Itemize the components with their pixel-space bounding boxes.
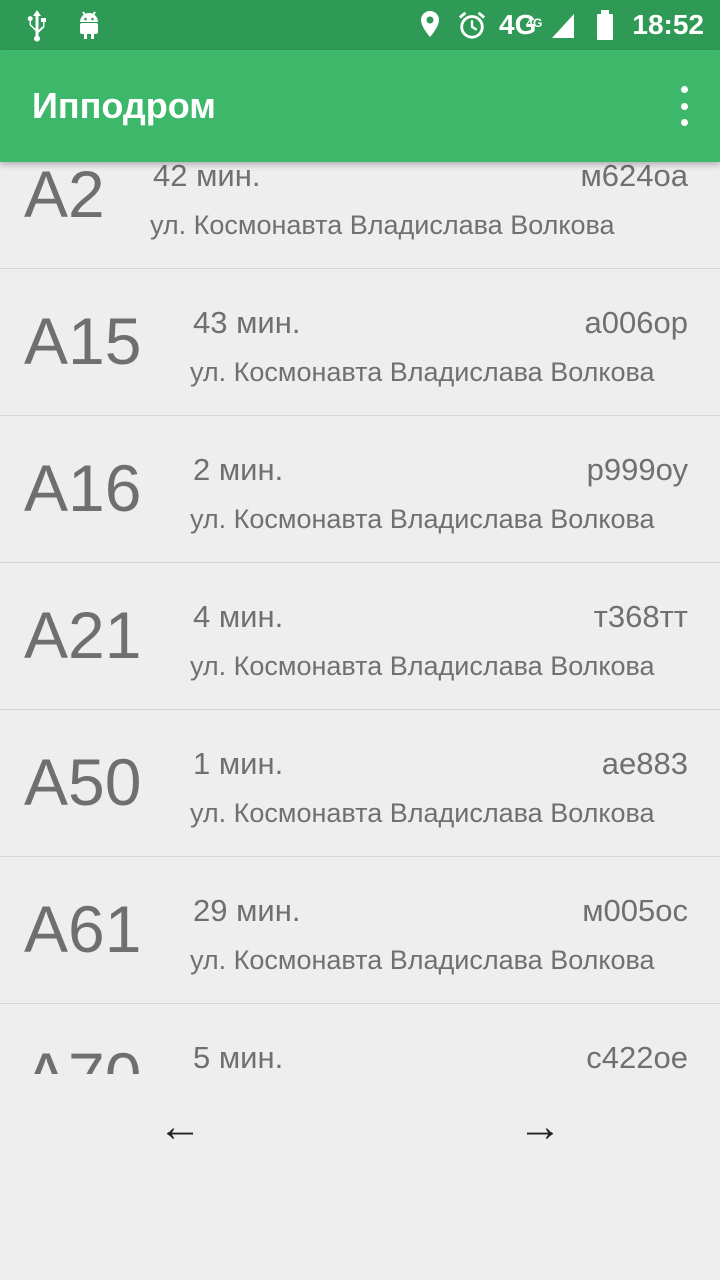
route-number: А15 bbox=[24, 304, 142, 378]
battery-icon bbox=[590, 8, 620, 42]
vehicle-plate: м624оа bbox=[580, 162, 688, 193]
android-icon bbox=[74, 8, 104, 42]
vehicle-plate: м005ос bbox=[582, 893, 688, 928]
route-number: А16 bbox=[24, 451, 142, 525]
arrival-time: 29 мин. bbox=[193, 893, 301, 928]
clock-time: 18:52 bbox=[632, 9, 704, 40]
route-number: А2 bbox=[24, 162, 105, 231]
vehicle-plate: ае883 bbox=[601, 746, 688, 781]
arrival-time: 43 мин. bbox=[193, 305, 301, 340]
arrivals-list[interactable]: А2 42 мин. м624оа ул. Космонавта Владислава… bbox=[0, 162, 720, 1074]
arrivals-list-content: А2 42 мин. м624оа ул. Космонавта Владислава… bbox=[0, 162, 720, 1074]
vehicle-plate: р999оу bbox=[586, 452, 688, 487]
stop-street: ул. Космонавта Владислава Волкова bbox=[190, 357, 655, 387]
pager: ← → bbox=[0, 1074, 720, 1184]
stop-street: ул. Космонавта Владислава Волкова bbox=[190, 651, 655, 681]
previous-page-button[interactable]: ← bbox=[140, 1102, 220, 1152]
status-bar: 4G 4G 18:52 bbox=[0, 0, 720, 50]
list-item[interactable]: А70 5 мин. с422ое bbox=[0, 1004, 720, 1074]
usb-icon bbox=[22, 8, 52, 42]
app-bar: Ипподром bbox=[0, 50, 720, 162]
route-number: А70 bbox=[24, 1038, 141, 1074]
route-number: А21 bbox=[24, 598, 142, 672]
route-number: А50 bbox=[24, 745, 142, 819]
route-number: А61 bbox=[24, 892, 142, 966]
vehicle-plate: с422ое bbox=[586, 1040, 688, 1074]
arrival-time: 1 мин. bbox=[193, 746, 284, 781]
stop-street: ул. Космонавта Владислава Волкова bbox=[150, 210, 615, 240]
arrival-time: 5 мин. bbox=[193, 1040, 284, 1074]
stop-street: ул. Космонавта Владислава Волкова bbox=[190, 798, 655, 828]
network-type: 4G 4G bbox=[499, 8, 542, 42]
arrival-time: 2 мин. bbox=[193, 452, 284, 487]
stop-street: ул. Космонавта Владислава Волкова bbox=[190, 504, 655, 534]
list-item[interactable]: А2 42 мин. м624оа ул. Космонавта Владислава… bbox=[0, 162, 720, 269]
list-item[interactable]: А15 43 мин. а006ор ул. Космонавта Владислав… bbox=[0, 269, 720, 416]
page-title: Ипподром bbox=[32, 85, 216, 126]
list-item[interactable]: А16 2 мин. р999оу ул. Космонавта Владислава… bbox=[0, 416, 720, 563]
status-left-icons bbox=[22, 8, 104, 42]
list-item[interactable]: А61 29 мин. м005ос ул. Космонавта Владислав… bbox=[0, 857, 720, 1004]
list-item[interactable]: А21 4 мин. т368тт ул. Космонавта Владислава… bbox=[0, 563, 720, 710]
network-small-label: 4G bbox=[526, 16, 543, 30]
vehicle-plate: а006ор bbox=[584, 305, 688, 340]
arrival-time: 42 мин. bbox=[153, 162, 261, 193]
signal-icon bbox=[548, 8, 578, 42]
stop-street: ул. Космонавта Владислава Волкова bbox=[190, 945, 655, 975]
alarm-icon bbox=[457, 8, 487, 42]
list-item[interactable]: А50 1 мин. ае883 ул. Космонавта Владислава … bbox=[0, 710, 720, 857]
status-right-icons: 4G 4G 18:52 bbox=[415, 6, 704, 44]
arrival-time: 4 мин. bbox=[193, 599, 284, 634]
location-pin-icon bbox=[415, 8, 445, 42]
next-page-button[interactable]: → bbox=[500, 1102, 580, 1152]
more-vert-icon[interactable] bbox=[672, 86, 696, 126]
vehicle-plate: т368тт bbox=[593, 599, 688, 634]
